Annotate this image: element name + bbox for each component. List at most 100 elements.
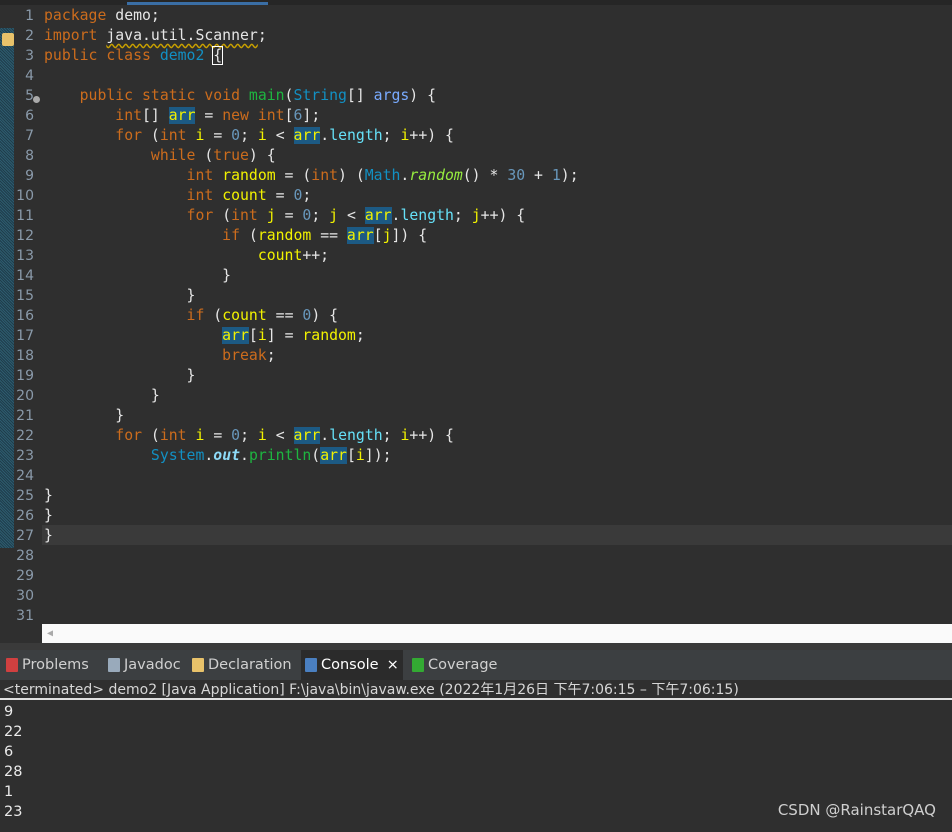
text: ++) { <box>409 127 454 144</box>
line-number: 28 <box>16 548 34 564</box>
watermark: CSDN @RainstarQAQ <box>777 801 936 819</box>
code-line[interactable]: 21 } <box>0 406 952 426</box>
code-content: System.out.println(arr[i]); <box>44 446 392 466</box>
keyword: if <box>222 227 249 244</box>
text: + <box>525 167 552 184</box>
text: < <box>338 207 365 224</box>
number-literal: 0 <box>231 127 241 144</box>
text <box>44 147 151 164</box>
code-line[interactable]: 18 break; <box>0 346 952 366</box>
text: . <box>320 127 330 144</box>
text <box>44 307 187 324</box>
keyword: for <box>186 207 223 224</box>
code-content: } <box>44 526 53 546</box>
code-line[interactable]: 1 package demo; <box>0 6 952 26</box>
view-tab-bar: Problems Javadoc Declaration Console × Covera… <box>0 650 952 680</box>
code-line[interactable]: 8 while (true) { <box>0 146 952 166</box>
tab-javadoc[interactable]: Javadoc <box>104 650 185 680</box>
text <box>44 187 187 204</box>
code-line[interactable]: 31 <box>0 606 952 626</box>
text: = <box>195 107 223 124</box>
keyword: true <box>213 147 249 164</box>
keyword: int <box>231 207 267 224</box>
local-variable: count <box>257 247 303 264</box>
code-line[interactable]: 9 int random = (int) (Math.random() * 30… <box>0 166 952 186</box>
keyword: import <box>44 27 107 44</box>
code-editor[interactable]: 1 package demo; 2 import java.util.Scanner;… <box>0 5 952 624</box>
code-line[interactable]: 25} <box>0 486 952 506</box>
keyword: for <box>115 127 151 144</box>
code-line[interactable]: 24 <box>0 466 952 486</box>
text: ; <box>266 347 276 364</box>
text: . <box>320 427 330 444</box>
code-line[interactable]: 16 if (count == 0) { <box>0 306 952 326</box>
keyword: int <box>115 107 143 124</box>
keyword: if <box>186 307 214 324</box>
local-variable: random <box>302 327 356 344</box>
text <box>44 427 115 444</box>
code-line[interactable]: 2 import java.util.Scanner; <box>0 26 952 46</box>
code-line[interactable]: 29 <box>0 566 952 586</box>
code-line[interactable]: 26} <box>0 506 952 526</box>
code-line[interactable]: 19 } <box>0 366 952 386</box>
tab-console[interactable]: Console × <box>301 650 403 680</box>
code-content: } <box>44 506 53 526</box>
text: [ <box>373 227 383 244</box>
console-output-line: 23 <box>4 804 23 820</box>
scroll-left-arrow-icon[interactable]: ◀ <box>47 628 53 639</box>
horizontal-scrollbar[interactable]: ◀ <box>42 624 952 643</box>
local-variable: j <box>266 207 276 224</box>
code-content: } <box>44 266 231 286</box>
line-number: 12 <box>16 228 34 244</box>
code-line[interactable]: 10 int count = 0; <box>0 186 952 206</box>
tab-coverage[interactable]: Coverage <box>408 650 501 680</box>
code-content: } <box>44 286 196 306</box>
text: ; <box>382 127 401 144</box>
tab-label: Coverage <box>428 657 498 673</box>
line-number: 7 <box>25 128 34 144</box>
code-content: for (int i = 0; i < arr.length; i++) { <box>44 426 454 446</box>
code-line[interactable]: 23 System.out.println(arr[i]); <box>0 446 952 466</box>
occurrence-highlight: arr <box>293 427 321 444</box>
text <box>44 227 222 244</box>
code-line[interactable]: 5 public static void main(String[] args)… <box>0 86 952 106</box>
tab-problems[interactable]: Problems <box>2 650 93 680</box>
code-line[interactable]: 14 } <box>0 266 952 286</box>
text: . <box>240 447 249 464</box>
code-line[interactable]: 12 if (random == arr[j]) { <box>0 226 952 246</box>
line-number: 11 <box>16 208 34 224</box>
code-line[interactable]: 7 for (int i = 0; i < arr.length; i++) { <box>0 126 952 146</box>
code-content: while (true) { <box>44 146 276 166</box>
code-content: break; <box>44 346 276 366</box>
line-number: 19 <box>16 368 34 384</box>
tab-label: Declaration <box>208 657 292 673</box>
code-content: int random = (int) (Math.random() * 30 +… <box>44 166 579 186</box>
panel-divider[interactable] <box>0 643 952 650</box>
code-line[interactable]: 22 for (int i = 0; i < arr.length; i++) … <box>0 426 952 446</box>
code-line[interactable]: 3 public class demo2 { <box>0 46 952 66</box>
code-line[interactable]: 4 <box>0 66 952 86</box>
code-line[interactable]: 15 } <box>0 286 952 306</box>
code-line[interactable]: 20 } <box>0 386 952 406</box>
text: [] <box>142 107 169 124</box>
type-name: demo2 <box>159 47 214 64</box>
tab-declaration[interactable]: Declaration <box>188 650 296 680</box>
text: ]); <box>364 447 392 464</box>
code-line[interactable]: 6 int[] arr = new int[6]; <box>0 106 952 126</box>
local-variable: i <box>355 447 365 464</box>
close-tab-icon[interactable]: × <box>387 650 399 680</box>
code-line[interactable]: 30 <box>0 586 952 606</box>
code-line[interactable]: 17 arr[i] = random; <box>0 326 952 346</box>
code-line[interactable]: 11 for (int j = 0; j < arr.length; j++) … <box>0 206 952 226</box>
declaration-icon <box>192 658 204 672</box>
field: length <box>400 207 454 224</box>
code-line[interactable]: 13 count++; <box>0 246 952 266</box>
text: ]) { <box>391 227 428 244</box>
code-line[interactable]: 27} <box>0 526 952 546</box>
line-number: 1 <box>25 8 34 24</box>
line-number: 22 <box>16 428 34 444</box>
code-line[interactable]: 28 <box>0 546 952 566</box>
text <box>44 207 187 224</box>
text <box>44 167 187 184</box>
tab-label: Problems <box>22 657 89 673</box>
